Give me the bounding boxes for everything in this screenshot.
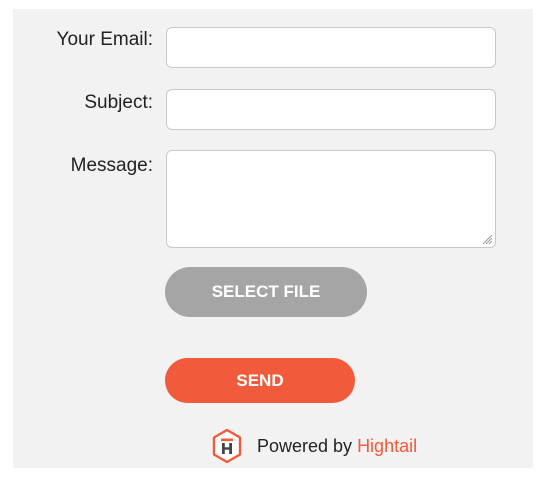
send-button[interactable]: SEND bbox=[165, 358, 355, 403]
subject-field-wrapper bbox=[166, 89, 496, 130]
subject-label: Subject: bbox=[84, 92, 153, 113]
hightail-brand-link[interactable]: Hightail bbox=[357, 436, 417, 457]
message-textarea[interactable] bbox=[167, 151, 495, 247]
upload-form-panel: Your Email: Subject: Message: SELECT FIL… bbox=[13, 9, 533, 468]
hightail-logo-icon bbox=[212, 428, 242, 464]
email-field[interactable] bbox=[167, 28, 495, 67]
email-label: Your Email: bbox=[56, 29, 153, 50]
powered-by-text: Powered by bbox=[257, 435, 353, 456]
message-field-wrapper bbox=[166, 150, 496, 248]
email-field-wrapper bbox=[166, 27, 496, 68]
resize-grip-icon[interactable] bbox=[481, 233, 493, 245]
message-label: Message: bbox=[70, 155, 153, 176]
select-file-button[interactable]: SELECT FILE bbox=[165, 267, 367, 317]
subject-field[interactable] bbox=[167, 90, 495, 129]
powered-by: Powered by Hightail bbox=[209, 426, 417, 466]
